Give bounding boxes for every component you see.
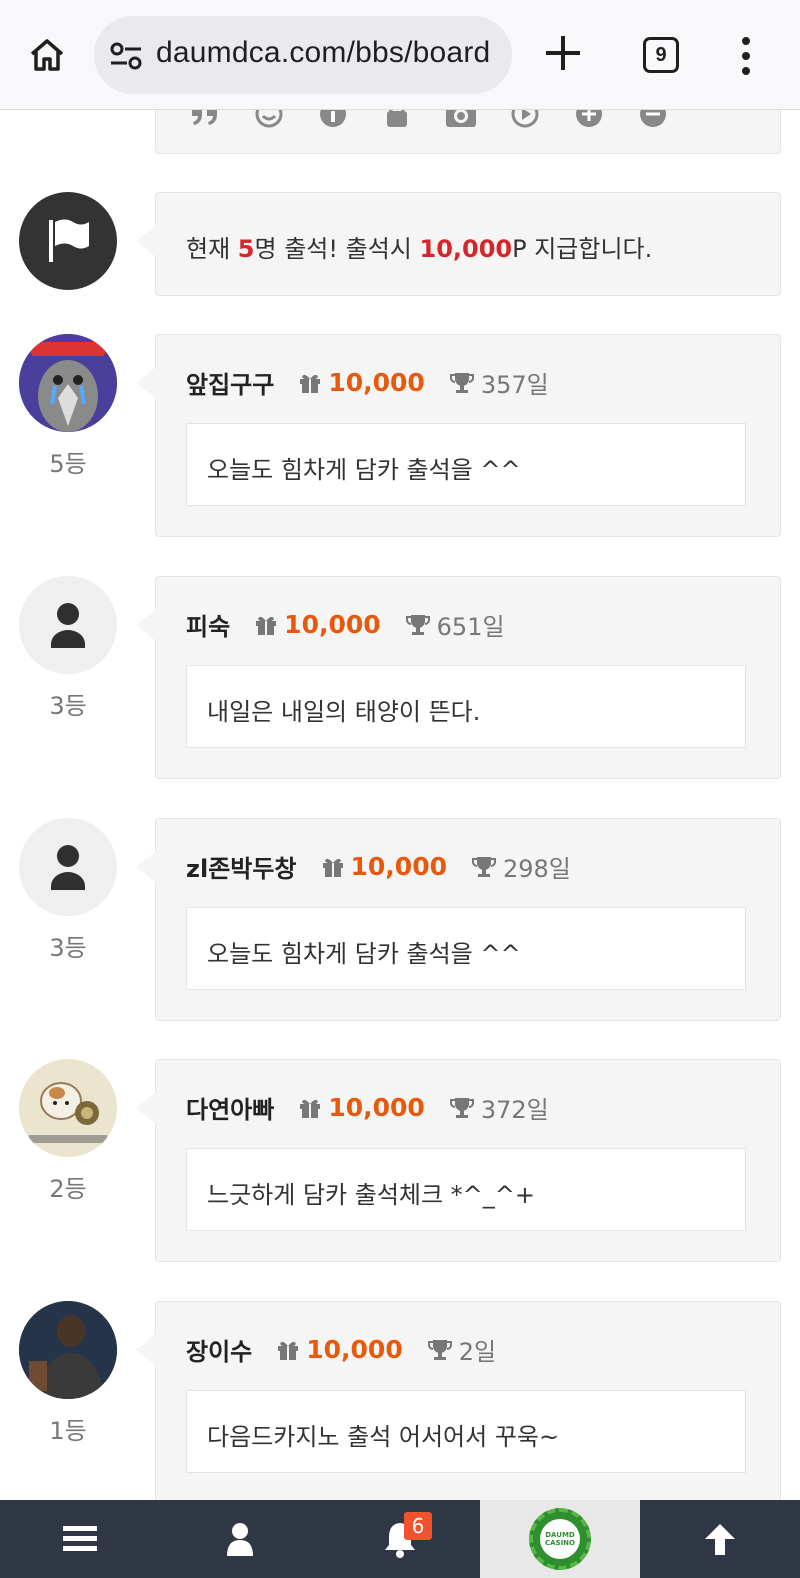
gift-icon bbox=[278, 1341, 299, 1360]
nickname[interactable]: 앞집구구 bbox=[186, 365, 274, 400]
rank-label: 5등 bbox=[49, 450, 87, 478]
attendance-days: 372일 bbox=[480, 1096, 549, 1124]
trophy-icon bbox=[449, 1097, 474, 1118]
nav-menu-button[interactable] bbox=[0, 1500, 160, 1578]
attendance-days: 651일 bbox=[436, 613, 505, 641]
hamster-avatar-icon bbox=[19, 1059, 117, 1157]
bottom-navigation: 6 DAUMD CASINO bbox=[0, 1500, 800, 1578]
trophy-icon bbox=[472, 856, 496, 877]
comment-bubble: 앞집구구 10,000 357일 오늘도 힘차게 담카 출석을 ^^ bbox=[136, 334, 781, 537]
rank-label: 2등 bbox=[49, 1175, 87, 1203]
points-value: 10,000 bbox=[284, 610, 381, 639]
address-bar[interactable]: daumdca.com/bbs/board bbox=[94, 16, 512, 94]
nickname[interactable]: zl존박두창 bbox=[186, 849, 297, 884]
gift-icon bbox=[300, 1099, 321, 1118]
points-value: 10,000 bbox=[350, 852, 447, 881]
comment-bubble: 다연아빠 10,000 372일 느긋하게 담카 출석체크 *^_^+ bbox=[136, 1059, 781, 1262]
user-icon bbox=[51, 845, 85, 890]
site-settings-icon[interactable] bbox=[108, 38, 144, 74]
comment-message: 내일은 내일의 태양이 뜬다. bbox=[186, 665, 746, 748]
trophy-icon bbox=[427, 1339, 452, 1360]
url-text[interactable]: daumdca.com/bbs/board bbox=[156, 36, 490, 70]
person-avatar-icon bbox=[19, 1301, 117, 1399]
user-icon bbox=[227, 1523, 253, 1556]
user-icon bbox=[51, 603, 85, 648]
notification-count-badge: 6 bbox=[404, 1512, 432, 1540]
penguin-avatar-icon bbox=[19, 334, 117, 432]
flag-icon bbox=[49, 219, 89, 262]
arrow-up-icon bbox=[705, 1524, 735, 1555]
daumd-casino-logo: DAUMD CASINO bbox=[529, 1508, 591, 1570]
nickname[interactable]: 다연아빠 bbox=[186, 1090, 274, 1125]
flag-avatar bbox=[19, 192, 117, 290]
new-tab-icon[interactable] bbox=[540, 30, 586, 76]
comment-message: 느긋하게 담카 출석체크 *^_^+ bbox=[186, 1148, 746, 1231]
trophy-icon bbox=[449, 372, 474, 393]
rank-label: 3등 bbox=[49, 934, 87, 962]
points-value: 10,000 bbox=[328, 368, 425, 397]
browser-toolbar: daumdca.com/bbs/board 9 bbox=[0, 0, 800, 110]
hamburger-icon bbox=[63, 1526, 97, 1551]
trophy-icon bbox=[405, 614, 430, 635]
points-value: 10,000 bbox=[306, 1335, 403, 1364]
attendance-points: 10,000 bbox=[419, 235, 513, 263]
comment-bubble: 피숙 10,000 651일 내일은 내일의 태양이 뜬다. bbox=[136, 576, 781, 779]
avatar[interactable] bbox=[19, 818, 117, 916]
gift-icon bbox=[300, 374, 321, 393]
tab-switcher-button[interactable]: 9 bbox=[643, 37, 679, 73]
comment-bubble: zl존박두창 10,000 298일 오늘도 힘차게 담카 출석을 ^^ bbox=[136, 818, 781, 1021]
scroll-top-button[interactable] bbox=[640, 1500, 800, 1578]
notice-text: 현재 5명 출석! 출석시 10,000P 지급합니다. bbox=[186, 235, 653, 263]
comment-message: 오늘도 힘차게 담카 출석을 ^^ bbox=[186, 423, 746, 506]
nav-profile-button[interactable] bbox=[160, 1500, 320, 1578]
page-content: 현재 5명 출석! 출석시 10,000P 지급합니다. 5등 앞집구구 10,… bbox=[0, 0, 800, 1578]
avatar[interactable] bbox=[19, 1059, 117, 1157]
attendance-days: 357일 bbox=[480, 371, 549, 399]
nav-notifications-button[interactable]: 6 bbox=[320, 1500, 480, 1578]
notice-bubble: 현재 5명 출석! 출석시 10,000P 지급합니다. bbox=[136, 192, 781, 296]
points-value: 10,000 bbox=[328, 1093, 425, 1122]
nickname[interactable]: 장이수 bbox=[186, 1332, 252, 1367]
attendance-count: 5 bbox=[237, 235, 255, 263]
gift-icon bbox=[256, 616, 277, 635]
attendance-days: 2일 bbox=[458, 1338, 497, 1366]
comment-message: 다음드카지노 출석 어서어서 꾸욱~ bbox=[186, 1390, 746, 1473]
comment-message: 오늘도 힘차게 담카 출석을 ^^ bbox=[186, 907, 746, 990]
more-menu-icon[interactable] bbox=[740, 36, 752, 76]
nickname[interactable]: 피숙 bbox=[186, 607, 230, 642]
rank-label: 3등 bbox=[49, 692, 87, 720]
home-button[interactable] bbox=[22, 30, 72, 80]
avatar[interactable] bbox=[19, 576, 117, 674]
comment-bubble: 장이수 10,000 2일 다음드카지노 출석 어서어서 꾸욱~ bbox=[136, 1301, 781, 1504]
home-icon bbox=[30, 39, 64, 71]
avatar[interactable] bbox=[19, 1301, 117, 1399]
rank-label: 1등 bbox=[49, 1417, 87, 1445]
nav-home-logo-button[interactable]: DAUMD CASINO bbox=[480, 1500, 640, 1578]
avatar[interactable] bbox=[19, 334, 117, 432]
gift-icon bbox=[322, 858, 343, 877]
attendance-days: 298일 bbox=[503, 855, 571, 883]
